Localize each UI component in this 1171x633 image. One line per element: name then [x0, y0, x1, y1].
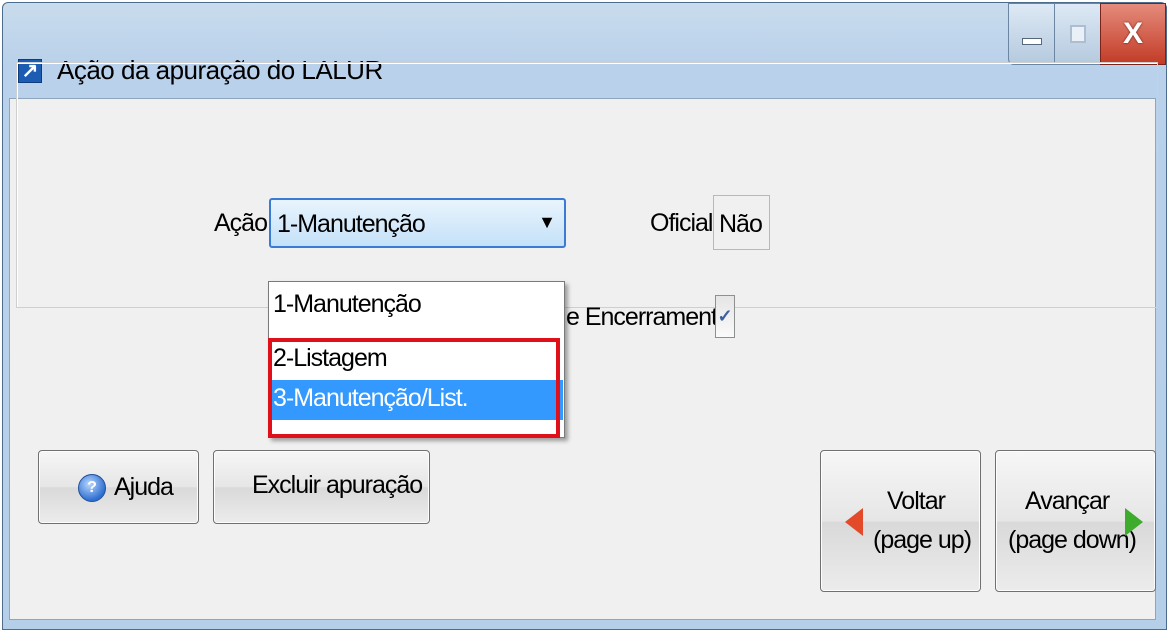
- close-button[interactable]: X: [1100, 3, 1166, 65]
- oficial-value: Não: [719, 210, 763, 238]
- help-icon: ?: [78, 474, 106, 502]
- next-button[interactable]: Avançar (page down): [995, 450, 1156, 592]
- oficial-label: Oficial: [650, 209, 713, 237]
- arrow-left-icon: [845, 508, 863, 536]
- delete-assessment-button[interactable]: Excluir apuração: [213, 450, 430, 524]
- encerramento-label: e Encerramento: [566, 303, 731, 331]
- chevron-down-icon[interactable]: ▼: [538, 212, 556, 233]
- arrow-right-icon: [1125, 508, 1143, 536]
- maximize-icon: [1069, 25, 1086, 43]
- minimize-icon: [1021, 37, 1042, 45]
- acao-label: Ação: [214, 209, 268, 237]
- check-icon: ✓: [717, 306, 733, 326]
- options-groupbox: [16, 62, 1158, 308]
- acao-combobox[interactable]: 1-Manutenção ▼: [269, 198, 566, 248]
- dropdown-option-1[interactable]: 1-Manutenção: [270, 286, 563, 326]
- acao-combobox-value: 1-Manutenção: [277, 210, 426, 238]
- back-button-line2: (page up): [873, 526, 972, 554]
- annotation-highlight-box: [268, 338, 560, 438]
- window-controls: X: [1008, 3, 1166, 65]
- encerramento-checkbox[interactable]: ✓: [715, 295, 735, 338]
- minimize-button[interactable]: [1008, 3, 1054, 65]
- back-button-line1: Voltar: [887, 487, 946, 515]
- help-button[interactable]: ? Ajuda: [38, 450, 199, 524]
- help-button-label: Ajuda: [114, 473, 174, 501]
- oficial-field: Não: [713, 195, 770, 250]
- next-button-line2: (page down): [1008, 526, 1137, 554]
- close-icon: X: [1122, 17, 1143, 50]
- back-button[interactable]: Voltar (page up): [820, 450, 981, 592]
- delete-button-label: Excluir apuração: [252, 471, 423, 499]
- next-button-line1: Avançar: [1025, 487, 1110, 515]
- maximize-button[interactable]: [1054, 3, 1100, 65]
